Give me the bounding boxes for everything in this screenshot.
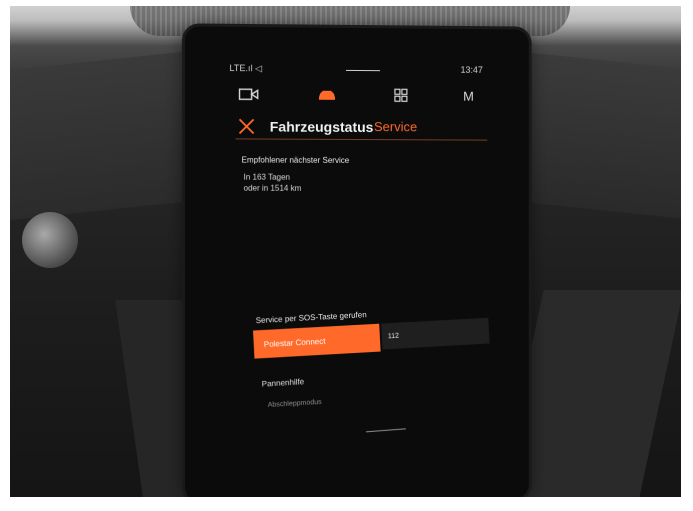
control-knob — [22, 212, 78, 268]
breakdown-help-title: Pannenhilfe — [261, 377, 305, 389]
profile-button[interactable]: M — [458, 87, 480, 105]
polestar-connect-label: Polestar Connect — [263, 336, 326, 349]
status-bar: LTE.ıl ◁ 13:47 — [185, 63, 529, 80]
tow-mode-item[interactable]: Abschleppmodus — [268, 399, 322, 409]
close-icon[interactable] — [238, 117, 256, 135]
recommended-service-title: Empfohlener nächster Service — [241, 155, 350, 165]
status-pill — [346, 69, 380, 72]
photo-border-bottom — [0, 497, 693, 511]
dashboard-right-panel — [515, 51, 685, 219]
photo-border-top — [0, 0, 693, 6]
emergency-number-button[interactable]: 112 — [381, 317, 490, 350]
dashboard-left-panel — [10, 50, 200, 220]
tab-service[interactable]: Service — [374, 119, 417, 134]
clock: 13:47 — [460, 64, 483, 75]
sos-row: Polestar Connect 112 — [253, 317, 494, 360]
photo-border-left — [0, 0, 10, 511]
home-indicator[interactable] — [366, 428, 406, 433]
polestar-connect-button[interactable]: Polestar Connect — [253, 323, 381, 359]
emergency-number-label: 112 — [387, 332, 400, 340]
sos-section-title: Service per SOS-Taste gerufen — [255, 310, 367, 326]
infotainment-screen: LTE.ıl ◁ 13:47 M Fahrzeugstatus Service … — [184, 26, 529, 502]
grid-icon[interactable] — [390, 86, 412, 104]
top-navigation: M — [185, 85, 529, 107]
recommended-service-distance: oder in 1514 km — [243, 183, 302, 193]
car-icon[interactable] — [316, 86, 338, 104]
camera-icon[interactable] — [238, 85, 260, 103]
recommended-service-days: In 163 Tagen — [243, 172, 290, 182]
network-status: LTE.ıl ◁ — [229, 63, 262, 74]
photo-border-right — [681, 0, 693, 511]
car-interior-photo: LTE.ıl ◁ 13:47 M Fahrzeugstatus Service … — [0, 0, 693, 511]
page-title: Fahrzeugstatus — [269, 118, 374, 136]
